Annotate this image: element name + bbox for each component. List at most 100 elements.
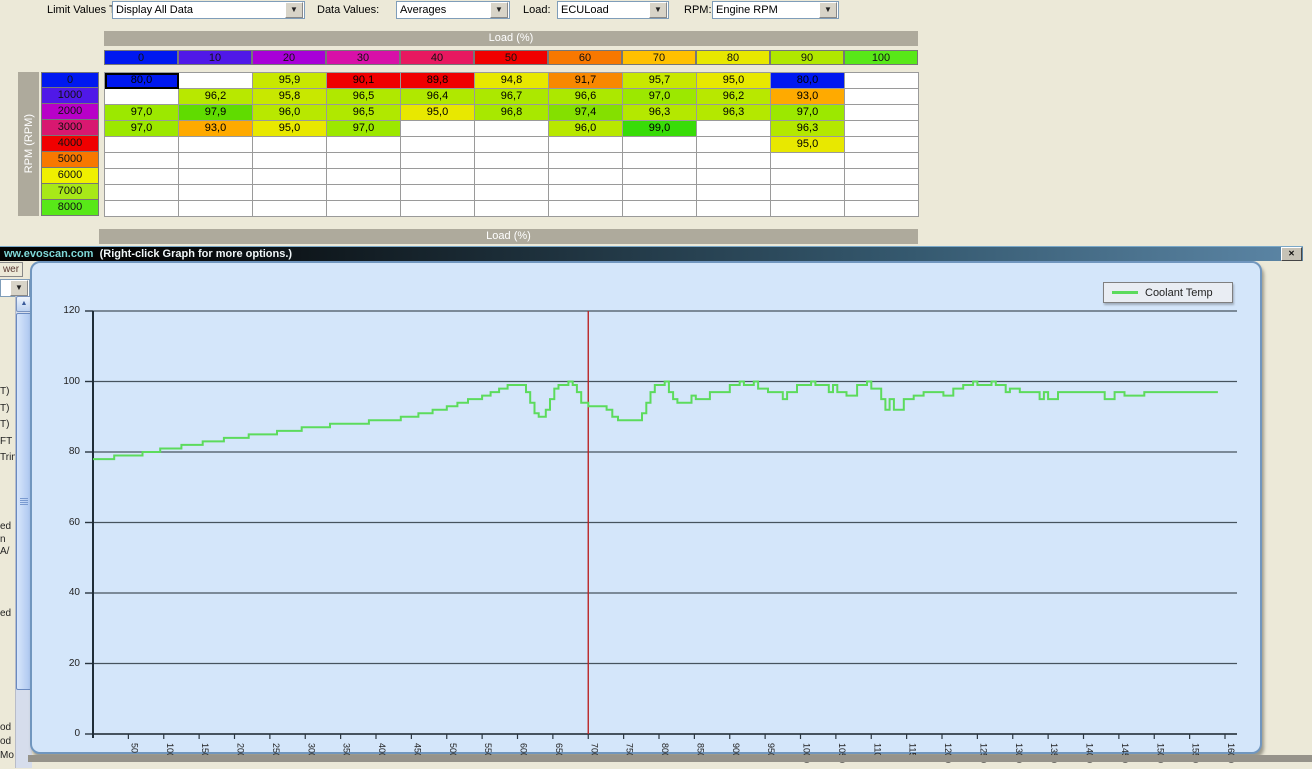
close-icon[interactable]: ✕ [1281,247,1302,261]
table-cell[interactable] [401,201,475,217]
table-cell[interactable]: 80,0 [105,73,179,89]
table-cell[interactable] [253,185,327,201]
table-cell[interactable] [475,185,549,201]
table-cell[interactable] [105,89,179,105]
table-cell[interactable] [549,185,623,201]
table-cell[interactable]: 97,9 [179,105,253,121]
table-cell[interactable]: 96,8 [475,105,549,121]
table-cell[interactable] [327,169,401,185]
table-cell[interactable] [771,153,845,169]
table-cell[interactable]: 96,5 [327,89,401,105]
table-cell[interactable] [549,137,623,153]
table-cell[interactable]: 95,0 [697,73,771,89]
table-cell[interactable]: 91,7 [549,73,623,89]
table-cell[interactable] [845,185,919,201]
table-cell[interactable] [771,185,845,201]
table-cell[interactable]: 96,2 [697,89,771,105]
table-cell[interactable]: 89,8 [401,73,475,89]
table-cell[interactable] [327,137,401,153]
table-cell[interactable] [105,153,179,169]
table-cell[interactable]: 96,3 [697,105,771,121]
table-cell[interactable] [327,185,401,201]
table-cell[interactable] [401,121,475,137]
load-rpm-grid[interactable]: 80,095,990,189,894,891,795,795,080,096,2… [104,72,919,217]
table-cell[interactable]: 95,0 [253,121,327,137]
table-cell[interactable] [401,185,475,201]
table-cell[interactable] [697,137,771,153]
table-cell[interactable]: 93,0 [179,121,253,137]
table-cell[interactable] [179,73,253,89]
table-cell[interactable] [105,185,179,201]
chevron-down-icon[interactable]: ▼ [285,2,303,18]
table-cell[interactable] [697,201,771,217]
table-cell[interactable] [475,121,549,137]
table-cell[interactable] [179,169,253,185]
table-cell[interactable] [845,73,919,89]
table-cell[interactable]: 90,1 [327,73,401,89]
tab-viewer-truncated[interactable]: wer [0,262,23,277]
table-cell[interactable]: 97,0 [771,105,845,121]
table-cell[interactable] [845,121,919,137]
table-cell[interactable] [179,185,253,201]
table-cell[interactable] [253,137,327,153]
table-cell[interactable] [105,169,179,185]
table-cell[interactable] [845,153,919,169]
table-cell[interactable] [475,153,549,169]
table-cell[interactable] [845,201,919,217]
table-cell[interactable]: 95,8 [253,89,327,105]
table-cell[interactable]: 93,0 [771,89,845,105]
table-cell[interactable] [105,201,179,217]
table-cell[interactable] [327,153,401,169]
table-cell[interactable] [623,201,697,217]
chevron-down-icon[interactable]: ▼ [490,2,508,18]
table-cell[interactable]: 97,0 [327,121,401,137]
table-cell[interactable]: 97,0 [105,121,179,137]
left-panel-select[interactable]: ▼ [0,279,30,297]
table-cell[interactable] [845,105,919,121]
limit-values-select[interactable]: Display All Data ▼ [112,1,305,19]
table-cell[interactable] [401,137,475,153]
table-cell[interactable] [771,169,845,185]
table-cell[interactable]: 80,0 [771,73,845,89]
table-cell[interactable] [549,201,623,217]
table-cell[interactable] [623,169,697,185]
table-cell[interactable] [253,169,327,185]
table-cell[interactable]: 96,5 [327,105,401,121]
table-cell[interactable] [697,185,771,201]
table-cell[interactable]: 95,7 [623,73,697,89]
table-cell[interactable]: 95,0 [401,105,475,121]
table-cell[interactable] [179,153,253,169]
chevron-down-icon[interactable]: ▼ [649,2,667,18]
table-cell[interactable] [697,121,771,137]
table-cell[interactable] [549,169,623,185]
table-cell[interactable]: 96,4 [401,89,475,105]
table-cell[interactable]: 96,0 [549,121,623,137]
chevron-down-icon[interactable]: ▼ [819,2,837,18]
table-cell[interactable] [845,89,919,105]
table-cell[interactable] [623,153,697,169]
table-cell[interactable] [475,137,549,153]
table-cell[interactable] [475,201,549,217]
table-cell[interactable]: 94,8 [475,73,549,89]
table-cell[interactable]: 95,9 [253,73,327,89]
table-cell[interactable] [401,169,475,185]
table-cell[interactable] [327,201,401,217]
table-cell[interactable] [771,201,845,217]
table-cell[interactable] [697,153,771,169]
table-cell[interactable]: 97,0 [623,89,697,105]
table-cell[interactable]: 96,7 [475,89,549,105]
table-cell[interactable] [179,137,253,153]
table-cell[interactable] [549,153,623,169]
table-cell[interactable]: 96,6 [549,89,623,105]
table-cell[interactable]: 99,0 [623,121,697,137]
table-cell[interactable] [697,169,771,185]
table-cell[interactable]: 97,4 [549,105,623,121]
coolant-temp-chart[interactable]: 5010015020025030035040045050055060065070… [85,311,1247,769]
table-cell[interactable]: 96,2 [179,89,253,105]
data-values-select[interactable]: Averages ▼ [396,1,510,19]
table-cell[interactable] [475,169,549,185]
table-cell[interactable] [845,169,919,185]
table-cell[interactable]: 96,0 [253,105,327,121]
table-cell[interactable] [401,153,475,169]
table-cell[interactable] [179,201,253,217]
